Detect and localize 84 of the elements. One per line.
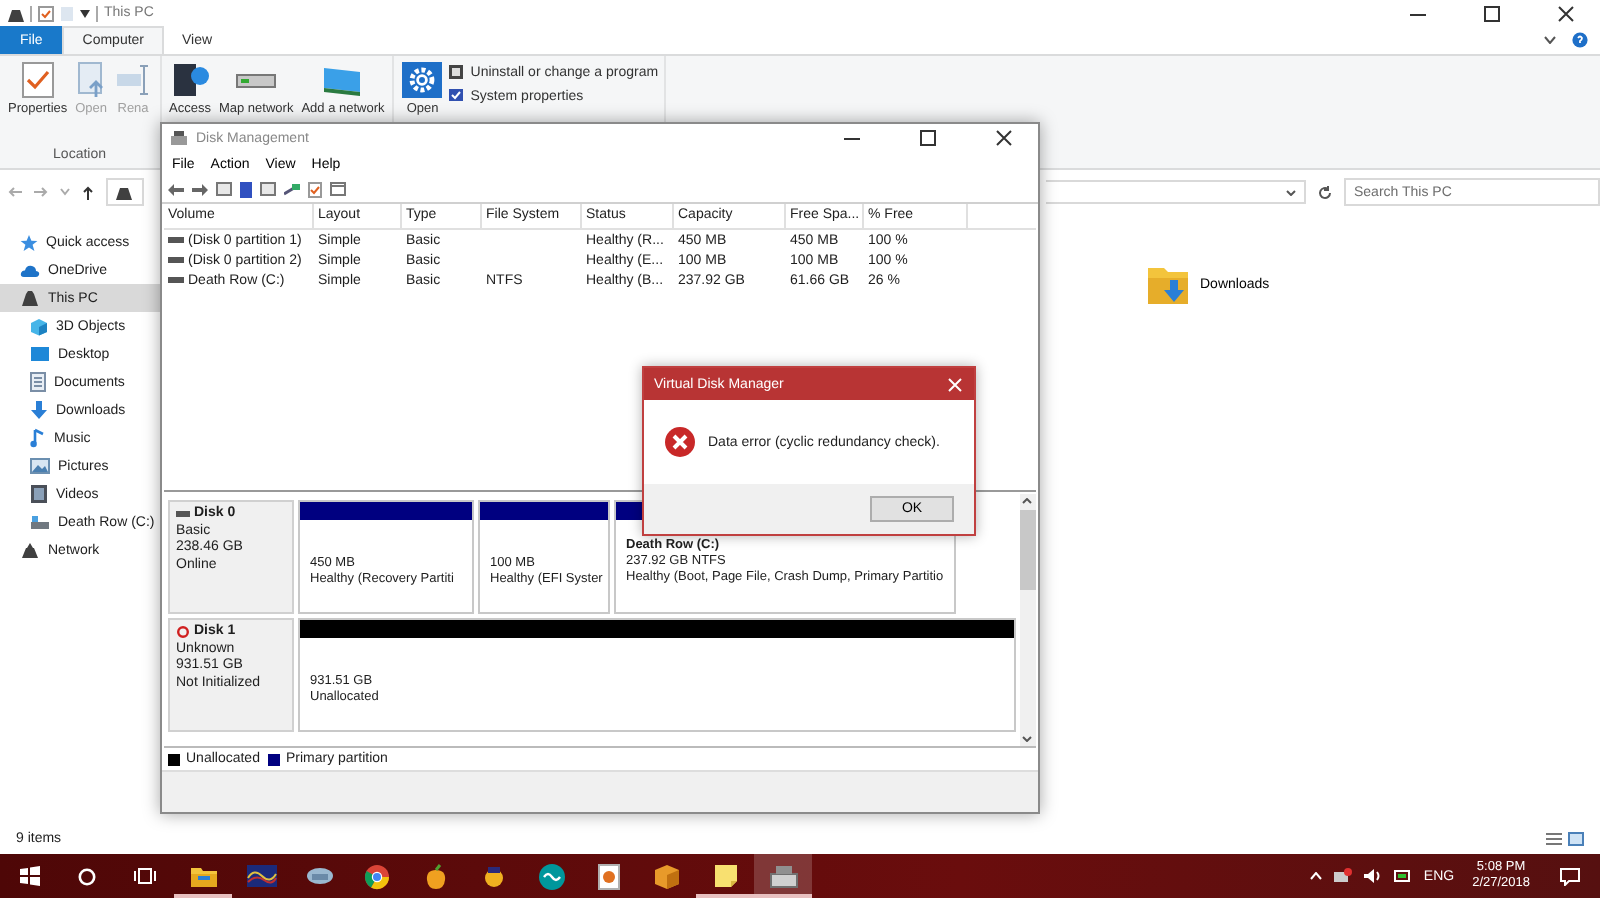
cloud-network-icon <box>305 864 333 888</box>
document-icon <box>30 372 46 392</box>
server-globe-icon <box>170 62 210 98</box>
back-button[interactable] <box>168 183 184 195</box>
package-icon <box>654 863 680 889</box>
chevron-down-icon <box>1022 736 1033 742</box>
download-icon <box>30 400 48 420</box>
dropdown-icon <box>80 9 90 17</box>
details-view-button[interactable] <box>1546 831 1562 845</box>
infinity-icon <box>537 863 565 889</box>
film-icon <box>30 484 48 504</box>
task-view-icon <box>134 868 156 884</box>
desktop-icon <box>30 346 50 362</box>
settings-icon <box>402 62 443 98</box>
checkbox-icon <box>308 181 322 197</box>
star-icon <box>20 233 38 251</box>
help-book-icon <box>240 181 252 197</box>
forward-arrow-icon <box>34 186 48 198</box>
error-icon <box>664 426 696 458</box>
camera-box-icon <box>448 64 465 80</box>
music-icon <box>30 428 46 448</box>
circle-icon <box>78 867 96 885</box>
back-arrow-icon <box>168 183 184 195</box>
monitor-icon <box>320 62 365 98</box>
disk-manager-icon <box>170 130 188 146</box>
icons-view-button[interactable] <box>1568 831 1584 845</box>
download-folder-icon <box>1146 262 1190 306</box>
refresh-icon <box>1318 185 1332 199</box>
forward-arrow-icon <box>192 183 208 195</box>
close-icon <box>947 377 961 391</box>
forward-button[interactable] <box>192 183 208 195</box>
monitor-check-icon <box>448 88 465 104</box>
chevron-down-icon <box>1286 189 1296 195</box>
up-arrow-icon <box>82 185 94 199</box>
chevron-down-icon <box>1544 36 1556 44</box>
console-tree-button[interactable] <box>216 182 232 196</box>
close-icon <box>1558 5 1574 21</box>
error-disk-icon <box>176 626 190 639</box>
network-status-icon <box>1333 868 1352 884</box>
chevron-down-icon <box>60 188 70 196</box>
check-button[interactable] <box>308 181 322 197</box>
picture-icon <box>30 458 50 474</box>
browser-icon <box>364 863 390 889</box>
windows-logo-icon <box>19 866 39 886</box>
checklist-icon <box>21 62 54 98</box>
waveform-window-icon <box>245 864 277 888</box>
show-hidden-icons-button[interactable] <box>1309 872 1322 880</box>
network-drive-icon <box>236 74 277 88</box>
properties-button[interactable] <box>260 182 276 196</box>
address-bar[interactable] <box>106 178 144 206</box>
notification-icon <box>1560 867 1580 885</box>
scrollbar[interactable] <box>1019 494 1036 746</box>
maximize-icon <box>920 130 936 146</box>
disk-manager-icon <box>769 864 797 888</box>
checkbox-icon <box>38 5 54 21</box>
list-view-icon <box>1546 831 1562 845</box>
maximize-icon <box>1484 5 1500 21</box>
chevron-up-icon <box>1309 872 1322 880</box>
plug-icon <box>284 183 300 195</box>
cube-icon <box>30 317 48 335</box>
fruit-icon <box>423 863 447 889</box>
chevron-up-icon <box>1022 498 1033 504</box>
note-icon <box>713 864 737 888</box>
media-page-icon <box>598 863 620 889</box>
close-icon <box>996 130 1012 146</box>
help-button[interactable] <box>240 181 252 197</box>
folder-icon <box>189 864 217 888</box>
battery-icon <box>1393 868 1412 884</box>
refresh-button[interactable] <box>1318 185 1332 199</box>
drive-icon <box>30 514 50 530</box>
robot-icon <box>481 864 505 888</box>
cloud-icon <box>20 263 40 277</box>
rename-icon <box>115 62 152 98</box>
tiles-view-icon <box>1568 831 1584 845</box>
panel-icon <box>216 182 232 196</box>
up-button[interactable] <box>82 185 94 199</box>
view-button[interactable] <box>330 182 346 196</box>
connect-button[interactable] <box>284 183 300 195</box>
back-arrow-icon <box>8 186 22 198</box>
help-icon <box>1572 32 1588 48</box>
speaker-icon <box>1363 868 1382 884</box>
panel-icon <box>260 182 276 196</box>
panel-icon <box>330 182 346 196</box>
document-icon <box>60 5 74 21</box>
